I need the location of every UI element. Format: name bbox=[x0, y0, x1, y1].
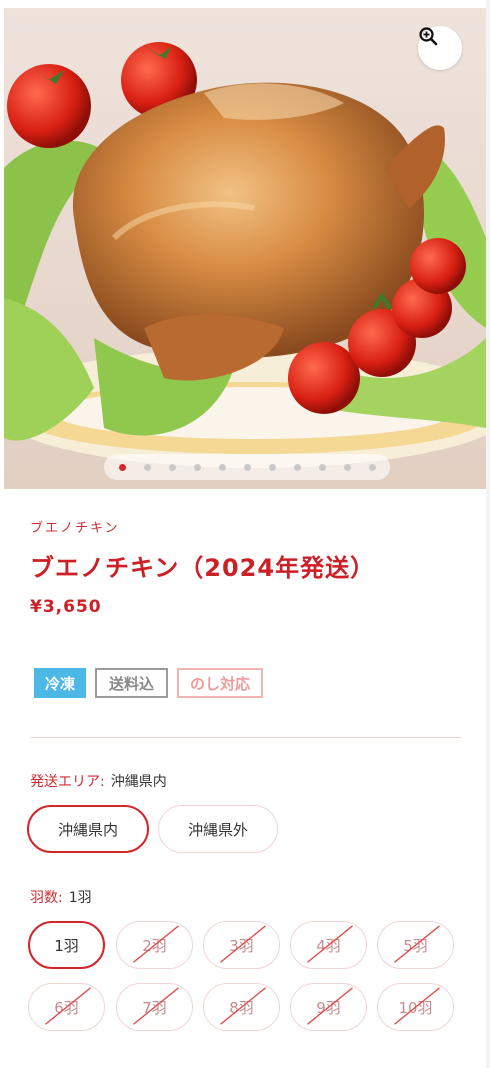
quantity-option[interactable]: 10羽 bbox=[377, 983, 454, 1031]
carousel-dot[interactable] bbox=[218, 463, 226, 471]
carousel-dot[interactable] bbox=[368, 463, 376, 471]
area-option[interactable]: 沖縄県外 bbox=[158, 805, 278, 853]
quantity-option[interactable]: 6羽 bbox=[28, 983, 105, 1031]
quantity-option[interactable]: 4羽 bbox=[290, 921, 367, 969]
area-label: 発送エリア: bbox=[30, 774, 105, 790]
quantity-option-label: 9羽 bbox=[316, 998, 341, 1017]
quantity-option-label: 10羽 bbox=[398, 998, 433, 1017]
quantity-option-label: 5羽 bbox=[403, 936, 428, 955]
carousel-dot[interactable] bbox=[268, 463, 276, 471]
quantity-option[interactable]: 9羽 bbox=[290, 983, 367, 1031]
zoom-button[interactable] bbox=[418, 26, 462, 70]
frozen-badge: 冷凍 bbox=[34, 668, 86, 698]
carousel-dot[interactable] bbox=[118, 463, 126, 471]
product-title: ブエノチキン（2024年発送） bbox=[30, 554, 376, 582]
noshi-badge: のし対応 bbox=[177, 668, 263, 698]
quantity-option-label: 8羽 bbox=[229, 998, 254, 1017]
product-subname: ブエノチキン bbox=[30, 521, 120, 536]
scrollbar-track bbox=[486, 0, 490, 1068]
carousel-dot[interactable] bbox=[293, 463, 301, 471]
quantity-option[interactable]: 8羽 bbox=[203, 983, 280, 1031]
quantity-selected-value: 1羽 bbox=[68, 890, 92, 906]
quantity-option[interactable]: 7羽 bbox=[116, 983, 193, 1031]
quantity-option-label: 3羽 bbox=[229, 936, 254, 955]
divider bbox=[30, 737, 461, 738]
area-option-label: 沖縄県外 bbox=[187, 820, 248, 839]
area-option[interactable]: 沖縄県内 bbox=[27, 805, 149, 853]
quantity-option-label: 6羽 bbox=[54, 998, 79, 1017]
area-option-label: 沖縄県内 bbox=[57, 820, 118, 839]
carousel-dot[interactable] bbox=[318, 463, 326, 471]
carousel-dot[interactable] bbox=[343, 463, 351, 471]
product-price: ¥3,650 bbox=[30, 597, 102, 617]
quantity-label-row: 羽数: 1羽 bbox=[30, 887, 92, 907]
quantity-option-label: 4羽 bbox=[316, 936, 341, 955]
carousel-pagination bbox=[104, 454, 390, 480]
quantity-option[interactable]: 3羽 bbox=[203, 921, 280, 969]
carousel-dot[interactable] bbox=[168, 463, 176, 471]
quantity-option[interactable]: 2羽 bbox=[116, 921, 193, 969]
carousel-dot[interactable] bbox=[193, 463, 201, 471]
roast-chicken-photo bbox=[4, 8, 486, 489]
carousel-dot[interactable] bbox=[143, 463, 151, 471]
quantity-option-label: 1羽 bbox=[54, 936, 79, 955]
product-image-carousel[interactable] bbox=[4, 8, 486, 489]
product-tags: 冷凍 送料込 のし対応 bbox=[34, 668, 263, 698]
carousel-dot[interactable] bbox=[243, 463, 251, 471]
quantity-option[interactable]: 1羽 bbox=[28, 921, 105, 969]
area-selected-value: 沖縄県内 bbox=[110, 774, 167, 790]
free-shipping-badge: 送料込 bbox=[95, 668, 168, 698]
quantity-label: 羽数: bbox=[30, 890, 63, 906]
area-label-row: 発送エリア: 沖縄県内 bbox=[30, 771, 167, 791]
quantity-option-label: 7羽 bbox=[142, 998, 167, 1017]
quantity-option-label: 2羽 bbox=[142, 936, 167, 955]
quantity-option[interactable]: 5羽 bbox=[377, 921, 454, 969]
zoom-in-icon bbox=[419, 27, 438, 46]
